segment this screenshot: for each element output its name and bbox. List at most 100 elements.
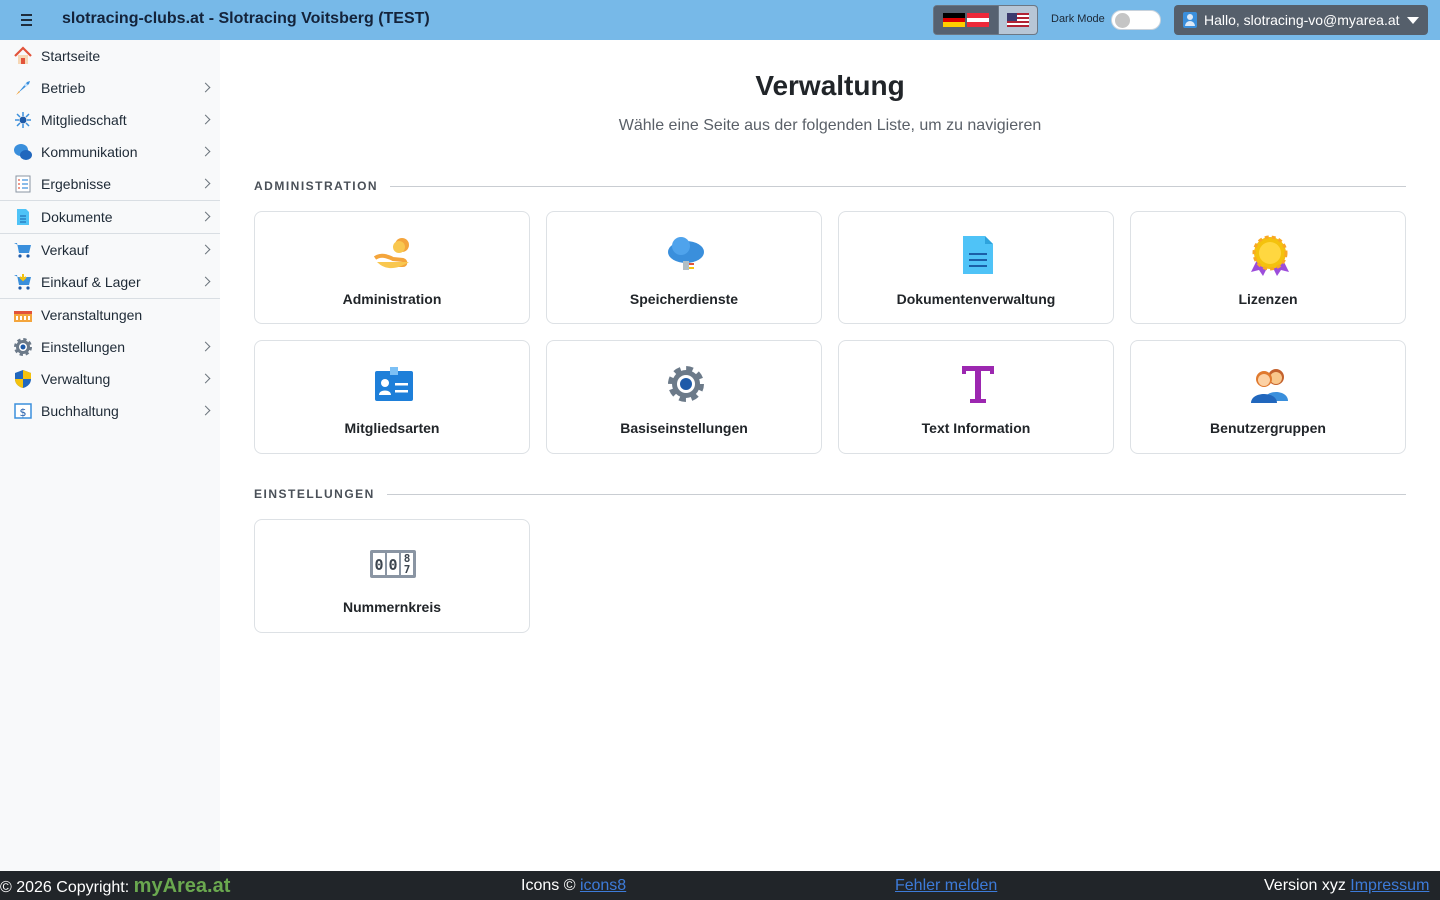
sidebar-item-buchhaltung[interactable]: $ Buchhaltung [0,395,220,427]
language-german-button[interactable] [934,6,998,34]
house-icon [13,46,33,66]
sidebar-item-verwaltung[interactable]: Verwaltung [0,363,220,395]
sidebar-item-label: Betrieb [41,80,86,96]
germany-flag-icon [943,13,965,28]
card-label: Basiseinstellungen [620,420,748,436]
impressum-link[interactable]: Impressum [1350,877,1429,894]
dark-mode-toggle[interactable] [1111,10,1161,30]
sidebar-item-ergebnisse[interactable]: Ergebnisse [0,168,220,200]
card-label: Dokumentenverwaltung [896,291,1056,307]
gear-icon [13,337,33,357]
language-switcher [933,5,1038,35]
sidebar-item-kommunikation[interactable]: Kommunikation [0,136,220,168]
card-nummernkreis[interactable]: 0 0 8 7 Nummernkreis [254,519,530,633]
users-icon [1249,363,1291,405]
copyright-text: © 2026 Copyright: [0,879,130,896]
user-icon [1183,12,1197,28]
sidebar-item-betrieb[interactable]: Betrieb [0,72,220,104]
sidebar-item-mitgliedschaft[interactable]: Mitgliedschaft [0,104,220,136]
chevron-right-icon [200,244,211,255]
chevron-right-icon [200,82,211,93]
sidebar-item-dokumente[interactable]: Dokumente [0,201,220,233]
card-label: Administration [342,291,442,307]
sidebar-item-verkauf[interactable]: Verkauf [0,234,220,266]
section-heading-einstellungen: EINSTELLUNGEN [254,486,1406,502]
sidebar-item-startseite[interactable]: Startseite [0,40,220,72]
card-mitgliedsarten[interactable]: Mitgliedsarten [254,340,530,454]
card-label: Nummernkreis [342,599,442,615]
counter-digit: 7 [404,563,411,576]
card-text-information[interactable]: Text Information [838,340,1114,454]
counter-digit: 0 [388,556,397,574]
brand-logo-area: Area.at [162,875,231,897]
id-card-icon [373,363,415,405]
sidebar-item-label: Dokumente [41,209,113,225]
chevron-right-icon [200,211,211,222]
language-english-button[interactable] [998,6,1037,34]
award-icon [1249,234,1291,276]
footer: © 2026 Copyright: myArea.at Icons © icon… [0,871,1440,900]
hand-coins-icon [373,234,415,276]
footer-version: Version xyz Impressum [1264,877,1429,895]
footer-icons-credit: Icons © icons8 [521,877,626,895]
chevron-right-icon [200,373,211,384]
chevron-right-icon [200,114,211,125]
footer-report: Fehler melden [895,877,997,895]
page-title: Verwaltung [755,70,905,101]
sidebar-item-label: Buchhaltung [41,403,119,419]
rocket-icon [13,78,33,98]
card-lizenzen[interactable]: Lizenzen [1130,211,1406,324]
sidebar-item-label: Verwaltung [41,371,111,387]
icons-credit-text: Icons © [521,877,576,894]
sidebar-item-label: Kommunikation [41,144,138,160]
card-label: Speicherdienste [629,291,739,307]
sidebar-item-label: Startseite [41,48,101,64]
card-label: Lizenzen [1238,291,1298,307]
section-divider [390,185,1406,187]
chevron-right-icon [200,146,211,157]
report-error-link[interactable]: Fehler melden [895,877,997,894]
shield-icon [13,369,33,389]
network-icon [13,110,33,130]
card-administration[interactable]: Administration [254,211,530,324]
version-text: Version xyz [1264,877,1346,894]
app-title: slotracing-clubs.at - Slotracing Voitsbe… [62,10,430,27]
usa-flag-icon [1007,13,1029,27]
sidebar-item-einstellungen[interactable]: Einstellungen [0,331,220,363]
menu-toggle-icon[interactable] [18,11,38,29]
user-menu-button[interactable]: Hallo, slotracing-vo@myarea.at [1174,5,1428,35]
austria-flag-icon [967,13,989,28]
checklist-icon [13,174,33,194]
chevron-right-icon [200,341,211,352]
sidebar-item-label: Mitgliedschaft [41,112,127,128]
sidebar-item-einkauf-lager[interactable]: Einkauf & Lager [0,266,220,298]
section-divider [386,493,1406,495]
sidebar-item-label: Einkauf & Lager [41,274,141,290]
card-benutzergruppen[interactable]: Benutzergruppen [1130,340,1406,454]
section-heading-administration: ADMINISTRATION [254,178,1406,194]
page-subtitle: Wähle eine Seite aus der folgenden Liste… [618,117,1042,134]
sidebar: Startseite Betrieb Mitgliedschaft Kommun… [0,40,220,871]
footer-copyright: © 2026 Copyright: myArea.at [0,875,230,898]
counter-icon: 0 0 8 7 [369,542,417,584]
card-basiseinstellungen[interactable]: Basiseinstellungen [546,340,822,454]
top-navbar: slotracing-clubs.at - Slotracing Voitsbe… [0,0,1440,40]
dark-mode-label: Dark Mode [1051,13,1105,25]
brand-logo-my: my [133,875,163,897]
chevron-right-icon [200,276,211,287]
sidebar-item-label: Veranstaltungen [41,307,143,323]
chevron-right-icon [200,405,211,416]
card-label: Text Information [921,420,1031,436]
chevron-down-icon [1407,17,1419,24]
card-dokumentenverwaltung[interactable]: Dokumentenverwaltung [838,211,1114,324]
stadium-icon [13,305,33,325]
cloud-plug-icon [665,234,707,276]
counter-digit: 0 [374,556,383,574]
section-heading-text: EINSTELLUNGEN [254,487,375,501]
sidebar-item-veranstaltungen[interactable]: Veranstaltungen [0,299,220,331]
card-speicherdienste[interactable]: Speicherdienste [546,211,822,324]
user-greeting: Hallo, slotracing-vo@myarea.at [1204,12,1400,28]
sidebar-item-label: Verkauf [41,242,89,258]
icons8-link[interactable]: icons8 [580,877,626,894]
cart-icon [13,240,33,260]
